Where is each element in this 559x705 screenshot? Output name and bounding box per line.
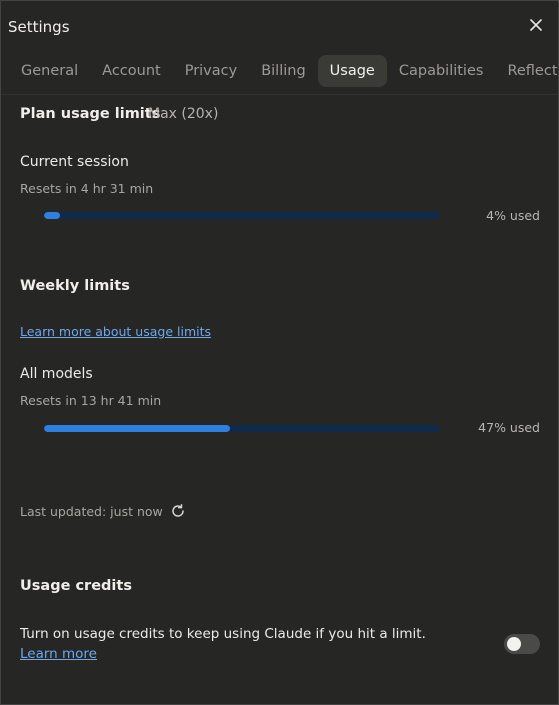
settings-window: Settings General Account Privacy Billing… [0,0,559,705]
close-icon [530,19,542,31]
usage-credits-heading: Usage credits [20,578,132,594]
close-button[interactable] [526,15,546,35]
current-session-used: 4% used [486,208,540,223]
refresh-icon [172,504,184,517]
refresh-button[interactable] [170,503,186,519]
tab-capabilities[interactable]: Capabilities [387,55,496,87]
tab-divider [1,94,558,95]
settings-tabs: General Account Privacy Billing Usage Ca… [9,55,559,87]
current-session-progress [44,212,440,219]
current-session-label: Current session [20,154,129,170]
all-models-label: All models [20,366,93,382]
plan-usage-heading: Plan usage limits [20,106,161,122]
learn-more-usage-limits-link[interactable]: Learn more about usage limits [20,324,211,339]
window-title: Settings [8,18,70,36]
usage-credits-toggle[interactable] [504,634,540,654]
tab-reflect[interactable]: Reflect [495,55,559,87]
usage-credits-text: Turn on usage credits to keep using Clau… [20,626,426,642]
tab-usage[interactable]: Usage [317,55,387,87]
tab-account[interactable]: Account [90,55,173,87]
learn-more-credits-link[interactable]: Learn more [20,646,97,662]
all-models-used: 47% used [478,420,540,435]
tab-privacy[interactable]: Privacy [173,55,250,87]
weekly-limits-heading: Weekly limits [20,278,130,294]
plan-badge: Max (20x) [148,106,219,122]
tab-general[interactable]: General [9,55,90,87]
last-updated-text: Last updated: just now [20,504,163,519]
tab-billing[interactable]: Billing [249,55,317,87]
title-bar: Settings [1,1,558,53]
usage-credits-description: Turn on usage credits to keep using Clau… [20,624,460,664]
all-models-resets: Resets in 13 hr 41 min [20,393,162,408]
toggle-knob [507,637,521,651]
all-models-progress-fill [44,425,231,432]
current-session-resets: Resets in 4 hr 31 min [20,181,154,196]
current-session-progress-fill [44,212,60,219]
all-models-progress [44,425,440,432]
